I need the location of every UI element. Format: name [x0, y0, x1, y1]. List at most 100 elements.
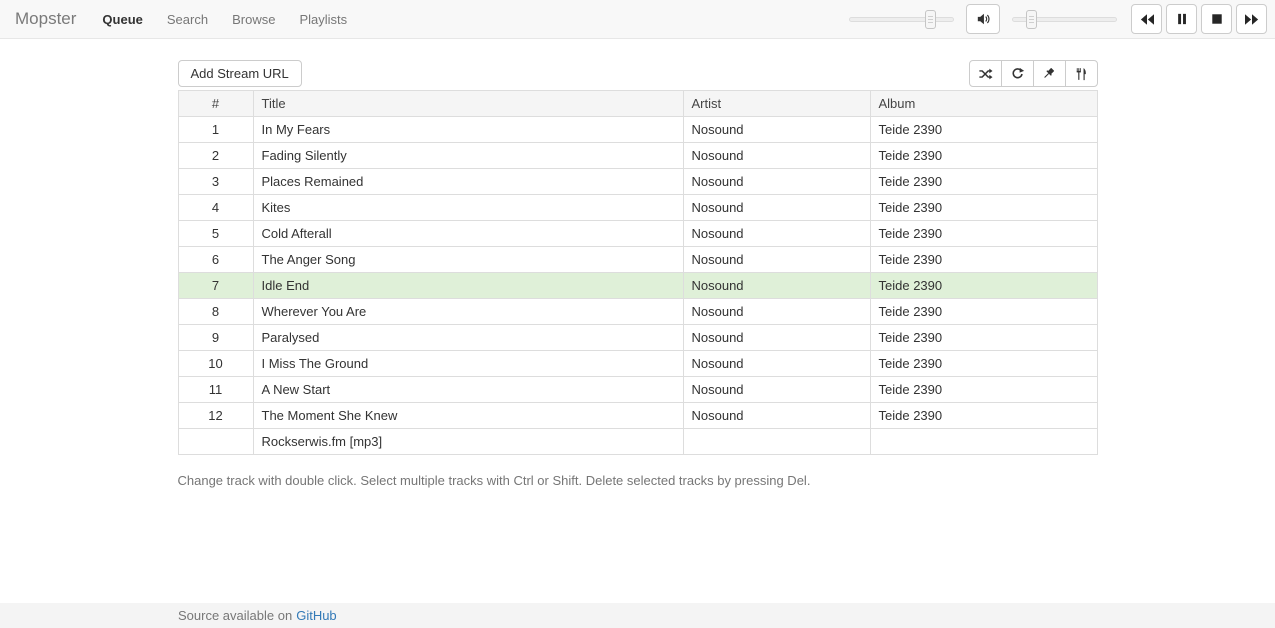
track-title[interactable]: A New Start — [253, 377, 683, 403]
forward-button[interactable] — [1236, 4, 1267, 34]
track-artist[interactable]: Nosound — [683, 403, 870, 429]
track-artist[interactable]: Nosound — [683, 195, 870, 221]
consume-button[interactable] — [1065, 60, 1098, 87]
track-number[interactable] — [178, 429, 253, 455]
track-title[interactable]: The Moment She Knew — [253, 403, 683, 429]
track-number[interactable]: 1 — [178, 117, 253, 143]
track-artist[interactable]: Nosound — [683, 299, 870, 325]
track-artist[interactable]: Nosound — [683, 247, 870, 273]
queue-table-body: 1 In My Fears Nosound Teide 2390 2 Fadin… — [178, 117, 1097, 455]
track-title[interactable]: The Anger Song — [253, 247, 683, 273]
track-artist[interactable]: Nosound — [683, 273, 870, 299]
track-number[interactable]: 7 — [178, 273, 253, 299]
table-row[interactable]: 4 Kites Nosound Teide 2390 — [178, 195, 1097, 221]
playback-buttons — [1131, 4, 1267, 34]
table-row[interactable]: Rockserwis.fm [mp3] — [178, 429, 1097, 455]
track-artist[interactable]: Nosound — [683, 117, 870, 143]
shuffle-button[interactable] — [969, 60, 1002, 87]
queue-table: # Title Artist Album 1 In My Fears Nosou… — [178, 90, 1098, 455]
track-number[interactable]: 12 — [178, 403, 253, 429]
track-number[interactable]: 2 — [178, 143, 253, 169]
add-stream-url-button[interactable]: Add Stream URL — [178, 60, 302, 87]
track-artist[interactable]: Nosound — [683, 351, 870, 377]
track-artist[interactable]: Nosound — [683, 143, 870, 169]
table-row[interactable]: 2 Fading Silently Nosound Teide 2390 — [178, 143, 1097, 169]
track-number[interactable]: 9 — [178, 325, 253, 351]
track-album[interactable]: Teide 2390 — [870, 247, 1097, 273]
track-artist[interactable]: Nosound — [683, 325, 870, 351]
track-title[interactable]: Wherever You Are — [253, 299, 683, 325]
table-row[interactable]: 1 In My Fears Nosound Teide 2390 — [178, 117, 1097, 143]
track-title[interactable]: Kites — [253, 195, 683, 221]
track-title[interactable]: Paralysed — [253, 325, 683, 351]
track-album[interactable]: Teide 2390 — [870, 117, 1097, 143]
pause-button[interactable] — [1166, 4, 1197, 34]
table-row[interactable]: 5 Cold Afterall Nosound Teide 2390 — [178, 221, 1097, 247]
track-artist[interactable]: Nosound — [683, 221, 870, 247]
pause-icon — [1176, 13, 1188, 25]
track-album[interactable]: Teide 2390 — [870, 143, 1097, 169]
track-title[interactable]: In My Fears — [253, 117, 683, 143]
track-number[interactable]: 6 — [178, 247, 253, 273]
track-title[interactable]: Cold Afterall — [253, 221, 683, 247]
table-row[interactable]: 9 Paralysed Nosound Teide 2390 — [178, 325, 1097, 351]
track-album[interactable]: Teide 2390 — [870, 221, 1097, 247]
track-album[interactable]: Teide 2390 — [870, 403, 1097, 429]
track-number[interactable]: 10 — [178, 351, 253, 377]
github-link[interactable]: GitHub — [296, 608, 336, 623]
track-artist[interactable]: Nosound — [683, 169, 870, 195]
nav-item-queue[interactable]: Queue — [90, 12, 154, 27]
table-row[interactable]: 3 Places Remained Nosound Teide 2390 — [178, 169, 1097, 195]
track-number[interactable]: 5 — [178, 221, 253, 247]
track-album[interactable]: Teide 2390 — [870, 169, 1097, 195]
track-title[interactable]: Idle End — [253, 273, 683, 299]
repeat-icon — [1010, 67, 1025, 81]
seek-slider-handle[interactable] — [925, 10, 936, 29]
track-number[interactable]: 4 — [178, 195, 253, 221]
track-title[interactable]: Fading Silently — [253, 143, 683, 169]
volume-slider[interactable] — [1012, 17, 1117, 22]
track-album[interactable] — [870, 429, 1097, 455]
table-row[interactable]: 11 A New Start Nosound Teide 2390 — [178, 377, 1097, 403]
track-album[interactable]: Teide 2390 — [870, 377, 1097, 403]
track-album[interactable]: Teide 2390 — [870, 273, 1097, 299]
table-row[interactable]: 10 I Miss The Ground Nosound Teide 2390 — [178, 351, 1097, 377]
table-row[interactable]: 7 Idle End Nosound Teide 2390 — [178, 273, 1097, 299]
footer: Source available on GitHub — [0, 603, 1275, 628]
track-title[interactable]: I Miss The Ground — [253, 351, 683, 377]
nav-item-browse[interactable]: Browse — [220, 12, 287, 27]
seek-slider[interactable] — [849, 17, 954, 22]
header-artist: Artist — [683, 91, 870, 117]
nav-item-search[interactable]: Search — [155, 12, 220, 27]
track-artist[interactable]: Nosound — [683, 377, 870, 403]
track-number[interactable]: 3 — [178, 169, 253, 195]
volume-slider-handle[interactable] — [1026, 10, 1037, 29]
stop-button[interactable] — [1201, 4, 1232, 34]
forward-icon — [1245, 13, 1259, 26]
table-row[interactable]: 6 The Anger Song Nosound Teide 2390 — [178, 247, 1097, 273]
repeat-button[interactable] — [1001, 60, 1034, 87]
track-album[interactable]: Teide 2390 — [870, 195, 1097, 221]
track-number[interactable]: 11 — [178, 377, 253, 403]
pushpin-icon — [1042, 67, 1056, 81]
track-album[interactable]: Teide 2390 — [870, 299, 1097, 325]
track-album[interactable]: Teide 2390 — [870, 351, 1097, 377]
pin-button[interactable] — [1033, 60, 1066, 87]
track-title[interactable]: Places Remained — [253, 169, 683, 195]
navbar: Mopster QueueSearchBrowsePlaylists — [0, 0, 1275, 39]
queue-toolbar: Add Stream URL — [178, 60, 1098, 87]
shuffle-icon — [978, 67, 993, 81]
volume-button[interactable] — [966, 4, 1000, 34]
track-number[interactable]: 8 — [178, 299, 253, 325]
track-album[interactable]: Teide 2390 — [870, 325, 1097, 351]
track-title[interactable]: Rockserwis.fm [mp3] — [253, 429, 683, 455]
table-row[interactable]: 8 Wherever You Are Nosound Teide 2390 — [178, 299, 1097, 325]
backward-button[interactable] — [1131, 4, 1162, 34]
brand[interactable]: Mopster — [15, 9, 76, 29]
table-row[interactable]: 12 The Moment She Knew Nosound Teide 239… — [178, 403, 1097, 429]
footer-text: Source available on — [178, 608, 292, 623]
track-artist[interactable] — [683, 429, 870, 455]
header-number: # — [178, 91, 253, 117]
nav-item-playlists[interactable]: Playlists — [287, 12, 359, 27]
help-text: Change track with double click. Select m… — [178, 473, 1098, 488]
